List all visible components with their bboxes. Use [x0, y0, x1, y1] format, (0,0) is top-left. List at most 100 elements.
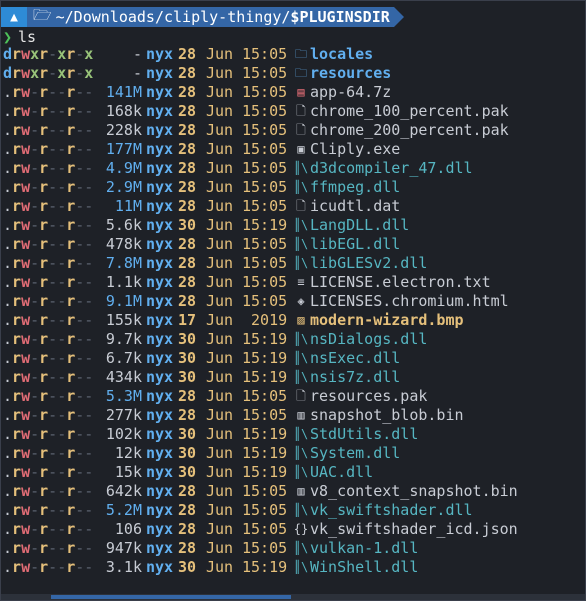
- file-permissions: .rw-r--r--: [3, 83, 94, 101]
- list-item[interactable]: .rw-r--r-- 478k nyx 28 Jun 15:05 ║\ libEGL.dll: [3, 235, 518, 254]
- file-name[interactable]: v8_context_snapshot.bin: [310, 482, 518, 501]
- list-item[interactable]: .rw-r--r-- 5.2M nyx 28 Jun 15:05 ║\ vk_swiftsha…: [3, 501, 518, 520]
- list-item[interactable]: drwxr-xr-x - nyx 28 Jun 15:05 🗀 locales: [3, 45, 518, 64]
- file-name[interactable]: vk_swiftshader.dll: [310, 501, 473, 520]
- list-item[interactable]: .rw-r--r-- 9.7k nyx 30 Jun 15:19 ║\ nsDialogs.d…: [3, 330, 518, 349]
- list-item[interactable]: .rw-r--r-- 228k nyx 28 Jun 15:05 🗋 chrome_200_p…: [3, 121, 518, 140]
- file-name[interactable]: LICENSE.electron.txt: [310, 273, 491, 292]
- file-name[interactable]: locales: [310, 45, 373, 64]
- list-item[interactable]: .rw-r--r-- 9.1M nyx 28 Jun 15:05 ◈ LICENSES.chr…: [3, 292, 518, 311]
- terminal-window[interactable]: ▲ 🗁 ~/Downloads/cliply-thingy/$PLUGINSDI…: [0, 0, 586, 601]
- file-size: 9.7k: [105, 330, 142, 348]
- list-item[interactable]: .rw-r--r-- 12k nyx 30 Jun 15:19 ║\ System.dll: [3, 444, 518, 463]
- file-name[interactable]: chrome_200_percent.pak: [310, 121, 509, 140]
- file-time: 15:19: [242, 216, 288, 234]
- library-icon: ║\: [293, 332, 309, 346]
- list-item[interactable]: .rw-r--r-- 11M nyx 28 Jun 15:05 🗋 icudtl.dat: [3, 197, 518, 216]
- file-month: Jun: [206, 425, 234, 443]
- list-item[interactable]: .rw-r--r-- 642k nyx 28 Jun 15:05 ▥ v8_context_s…: [3, 482, 518, 501]
- file-owner: nyx: [146, 425, 174, 443]
- file-name[interactable]: WinShell.dll: [310, 558, 418, 577]
- file-owner: nyx: [146, 444, 174, 462]
- list-item[interactable]: .rw-r--r-- 15k nyx 30 Jun 15:19 ║\ UAC.dll: [3, 463, 518, 482]
- file-name[interactable]: UAC.dll: [310, 463, 373, 482]
- file-month: Jun: [206, 140, 234, 158]
- file-name[interactable]: resources: [310, 64, 391, 83]
- file-owner: nyx: [146, 349, 174, 367]
- file-name[interactable]: nsis7z.dll: [310, 368, 400, 387]
- file-name[interactable]: chrome_100_percent.pak: [310, 102, 509, 121]
- file-month: Jun: [206, 121, 234, 139]
- file-name[interactable]: StdUtils.dll: [310, 425, 418, 444]
- file-time: 15:05: [242, 102, 288, 120]
- file-size: -: [132, 64, 142, 82]
- file-icon: 🗋: [296, 104, 306, 118]
- file-time: 15:05: [242, 45, 288, 63]
- file-day: 30: [178, 558, 197, 576]
- file-owner: nyx: [146, 235, 174, 253]
- file-size: 5.6k: [105, 216, 142, 234]
- file-size: 106: [114, 520, 142, 538]
- library-icon: ║\: [293, 218, 309, 232]
- file-permissions: .rw-r--r--: [3, 197, 94, 215]
- file-name[interactable]: LangDLL.dll: [310, 216, 409, 235]
- file-name[interactable]: vk_swiftshader_icd.json: [310, 520, 518, 539]
- file-name[interactable]: Cliply.exe: [310, 140, 400, 159]
- list-item[interactable]: .rw-r--r-- 5.3M nyx 28 Jun 15:05 🗋 resources.pa…: [3, 387, 518, 406]
- file-size: 478k: [105, 235, 142, 253]
- list-item[interactable]: .rw-r--r-- 5.6k nyx 30 Jun 15:19 ║\ LangDLL.dll: [3, 216, 518, 235]
- image-icon: ▨: [297, 313, 305, 327]
- list-item[interactable]: .rw-r--r-- 434k nyx 30 Jun 15:19 ║\ nsis7z.dll: [3, 368, 518, 387]
- file-size: 434k: [105, 368, 142, 386]
- file-size: 642k: [105, 482, 142, 500]
- list-item[interactable]: .rw-r--r-- 947k nyx 28 Jun 15:05 ║\ vulkan-1.dl…: [3, 539, 518, 558]
- list-item[interactable]: .rw-r--r-- 277k nyx 28 Jun 15:05 ▥ snapshot_blo…: [3, 406, 518, 425]
- list-item[interactable]: .rw-r--r-- 155k nyx 17 Jun 2019 ▨ modern-wizar…: [3, 311, 518, 330]
- file-permissions: .rw-r--r--: [3, 482, 94, 500]
- file-name[interactable]: nsExec.dll: [310, 349, 400, 368]
- file-time: 15:19: [242, 444, 288, 462]
- file-owner: nyx: [146, 102, 174, 120]
- list-item[interactable]: .rw-r--r-- 102k nyx 30 Jun 15:19 ║\ StdUtils.dl…: [3, 425, 518, 444]
- list-item[interactable]: .rw-r--r-- 168k nyx 28 Jun 15:05 🗋 chrome_100_p…: [3, 102, 518, 121]
- list-item[interactable]: .rw-r--r-- 106 nyx 28 Jun 15:05 {} vk_swiftshad…: [3, 520, 518, 539]
- file-permissions: .rw-r--r--: [3, 349, 94, 367]
- file-size: 102k: [105, 425, 142, 443]
- list-item[interactable]: .rw-r--r-- 3.1k nyx 30 Jun 15:19 ║\ WinShell.dl…: [3, 558, 518, 577]
- file-owner: nyx: [146, 406, 174, 424]
- file-name[interactable]: libGLESv2.dll: [310, 254, 427, 273]
- file-time: 15:05: [242, 254, 288, 272]
- list-item[interactable]: .rw-r--r-- 2.9M nyx 28 Jun 15:05 ║\ ffmpeg.dll: [3, 178, 518, 197]
- file-name[interactable]: nsDialogs.dll: [310, 330, 427, 349]
- file-permissions: .rw-r--r--: [3, 387, 94, 405]
- file-name[interactable]: resources.pak: [310, 387, 427, 406]
- file-name[interactable]: ffmpeg.dll: [310, 178, 400, 197]
- file-name[interactable]: snapshot_blob.bin: [310, 406, 464, 425]
- prompt-bar: ▲ 🗁 ~/Downloads/cliply-thingy/$PLUGINSDI…: [1, 5, 404, 27]
- list-item[interactable]: .rw-r--r-- 7.8M nyx 28 Jun 15:05 ║\ libGLESv2.d…: [3, 254, 518, 273]
- file-permissions: .rw-r--r--: [3, 330, 94, 348]
- file-name[interactable]: LICENSES.chromium.html: [310, 292, 509, 311]
- file-name[interactable]: app-64.7z: [310, 83, 391, 102]
- list-item[interactable]: .rw-r--r-- 6.7k nyx 30 Jun 15:19 ║\ nsExec.dll: [3, 349, 518, 368]
- file-permissions: .rw-r--r--: [3, 273, 94, 291]
- folder-icon: 🗁: [33, 5, 52, 24]
- file-name[interactable]: System.dll: [310, 444, 400, 463]
- list-item[interactable]: .rw-r--r-- 141M nyx 28 Jun 15:05 ▤ app-64.7z: [3, 83, 518, 102]
- file-permissions: drwxr-xr-x: [3, 64, 94, 82]
- file-owner: nyx: [146, 64, 174, 82]
- file-size: 228k: [105, 121, 142, 139]
- file-name[interactable]: d3dcompiler_47.dll: [310, 159, 473, 178]
- binary-icon: ▥: [297, 484, 305, 498]
- list-item[interactable]: .rw-r--r-- 4.9M nyx 28 Jun 15:05 ║\ d3dcompiler…: [3, 159, 518, 178]
- list-item[interactable]: .rw-r--r-- 1.1k nyx 28 Jun 15:05 ≡ LICENSE.elec…: [3, 273, 518, 292]
- library-icon: ║\: [293, 256, 309, 270]
- file-name[interactable]: modern-wizard.bmp: [310, 311, 464, 330]
- file-name[interactable]: vulkan-1.dll: [310, 539, 418, 558]
- file-name[interactable]: libEGL.dll: [310, 235, 400, 254]
- file-size: 3.1k: [105, 558, 142, 576]
- command-text[interactable]: ls: [18, 28, 36, 46]
- list-item[interactable]: drwxr-xr-x - nyx 28 Jun 15:05 🗀 resources: [3, 64, 518, 83]
- list-item[interactable]: .rw-r--r-- 177M nyx 28 Jun 15:05 ▣ Cliply.exe: [3, 140, 518, 159]
- file-name[interactable]: icudtl.dat: [310, 197, 400, 216]
